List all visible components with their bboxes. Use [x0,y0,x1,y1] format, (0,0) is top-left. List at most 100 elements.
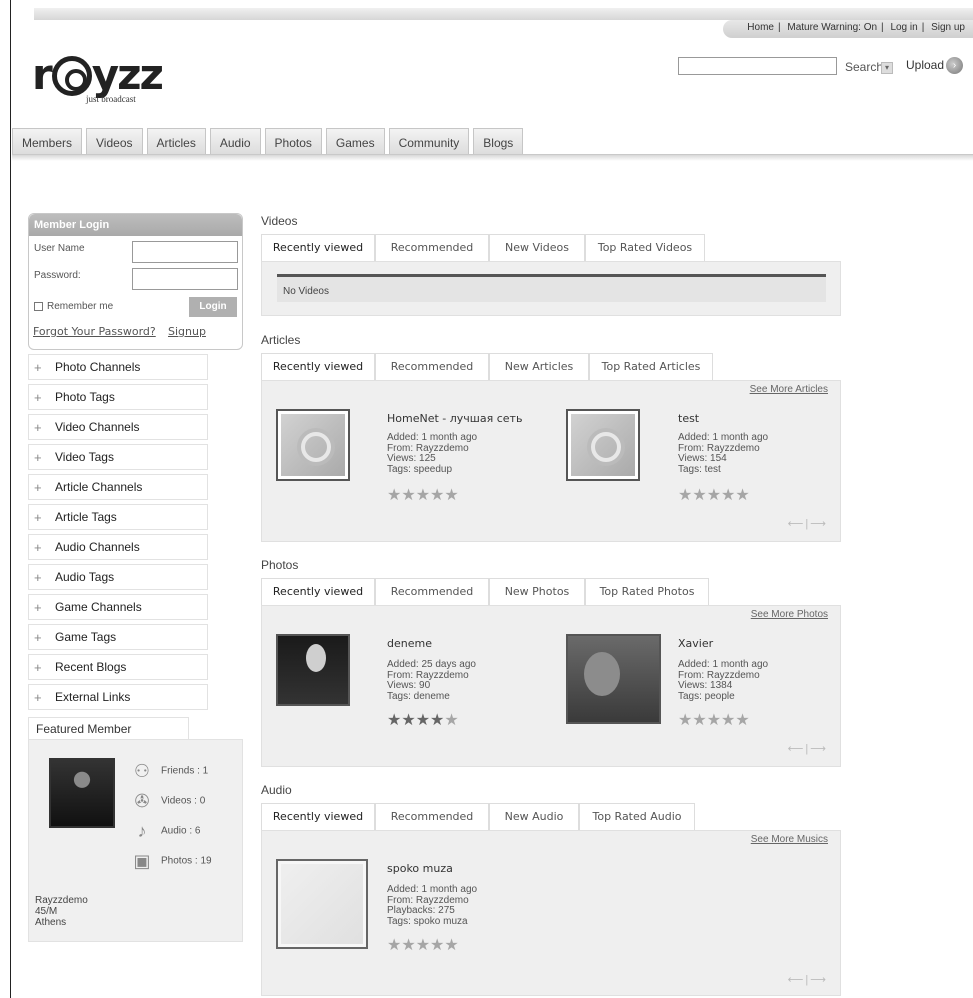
nav-articles[interactable]: Articles [146,128,206,155]
mature-warning-link[interactable]: Mature Warning: On [787,22,877,33]
search-input[interactable] [678,57,837,75]
nav-audio[interactable]: Audio [209,128,261,155]
rating-stars[interactable]: ★★★★★ [387,935,459,955]
nav-members[interactable]: Members [12,128,83,155]
sidebar-item-article-tags[interactable]: + Article Tags [28,504,208,530]
prev-arrow-icon[interactable]: ⟵ [788,743,806,755]
search-dropdown-icon[interactable]: ▾ [881,62,893,74]
search-button[interactable]: Search [845,60,883,74]
sidebar-item-game-tags[interactable]: + Game Tags [28,624,208,650]
tab-articles-new[interactable]: New Articles [489,353,589,380]
next-arrow-icon[interactable]: ⟶ [810,518,828,530]
username-field[interactable] [132,241,238,263]
tab-photos-recently-viewed[interactable]: Recently viewed [261,578,375,605]
article-thumbnail[interactable] [276,409,350,481]
photo-title[interactable]: deneme [387,637,432,650]
tab-audio-recommended[interactable]: Recommended [375,803,489,830]
see-more-articles-link[interactable]: See More Articles [750,384,828,395]
star-icon[interactable]: ★ [430,487,444,504]
videos-stat[interactable]: ✇ Videos : 0 [129,790,205,812]
tab-videos-recently-viewed[interactable]: Recently viewed [261,234,375,261]
rating-stars[interactable]: ★★★★★ [387,485,459,505]
sidebar-item-photo-channels[interactable]: + Photo Channels [28,354,208,380]
prev-arrow-icon[interactable]: ⟵ [788,518,806,530]
nav-community[interactable]: Community [388,128,470,155]
star-icon[interactable]: ★ [401,937,415,954]
rating-stars[interactable]: ★★★★★ [678,485,750,505]
nav-photos[interactable]: Photos [264,128,322,155]
sidebar-item-external-links[interactable]: + External Links [28,684,208,710]
tab-audio-top-rated[interactable]: Top Rated Audio [579,803,695,830]
article-thumbnail[interactable] [566,409,640,481]
friends-stat[interactable]: ⚇ Friends : 1 [129,760,208,782]
password-field[interactable] [132,268,238,290]
login-button[interactable]: Login [189,297,237,317]
upload-icon[interactable]: › [946,57,963,74]
tab-videos-new[interactable]: New Videos [489,234,585,261]
tab-photos-recommended[interactable]: Recommended [375,578,489,605]
star-icon[interactable]: ★ [387,937,401,954]
star-icon[interactable]: ★ [387,712,401,729]
tab-articles-recommended[interactable]: Recommended [375,353,489,380]
site-logo[interactable]: r yzz just broadcast [32,54,172,105]
signup-top-link[interactable]: Sign up [931,22,965,33]
tab-videos-recommended[interactable]: Recommended [375,234,489,261]
tab-audio-new[interactable]: New Audio [489,803,579,830]
sidebar-item-photo-tags[interactable]: + Photo Tags [28,384,208,410]
star-icon[interactable]: ★ [430,712,444,729]
member-name[interactable]: Rayzzdemo [35,895,88,906]
star-icon[interactable]: ★ [444,487,458,504]
prev-arrow-icon[interactable]: ⟵ [788,974,806,986]
star-icon[interactable]: ★ [444,937,458,954]
star-icon[interactable]: ★ [721,487,735,504]
login-link[interactable]: Log in [890,22,917,33]
next-arrow-icon[interactable]: ⟶ [810,974,828,986]
sidebar-item-video-channels[interactable]: + Video Channels [28,414,208,440]
audio-title[interactable]: spoko muza [387,862,453,875]
forgot-password-link[interactable]: Forgot Your Password? [33,325,156,338]
home-link[interactable]: Home [747,22,774,33]
tab-articles-recently-viewed[interactable]: Recently viewed [261,353,375,380]
star-icon[interactable]: ★ [416,712,430,729]
star-icon[interactable]: ★ [430,937,444,954]
signup-link[interactable]: Signup [168,325,206,338]
star-icon[interactable]: ★ [707,487,721,504]
star-icon[interactable]: ★ [735,712,749,729]
featured-member-avatar[interactable] [49,758,115,828]
star-icon[interactable]: ★ [735,487,749,504]
photo-thumbnail[interactable] [566,634,661,724]
star-icon[interactable]: ★ [416,487,430,504]
star-icon[interactable]: ★ [707,712,721,729]
sidebar-item-recent-blogs[interactable]: + Recent Blogs [28,654,208,680]
rating-stars[interactable]: ★★★★★ [387,710,459,730]
star-icon[interactable]: ★ [692,487,706,504]
nav-blogs[interactable]: Blogs [473,128,524,155]
see-more-photos-link[interactable]: See More Photos [751,609,828,620]
sidebar-item-audio-channels[interactable]: + Audio Channels [28,534,208,560]
nav-games[interactable]: Games [325,128,385,155]
sidebar-item-article-channels[interactable]: + Article Channels [28,474,208,500]
star-icon[interactable]: ★ [387,487,401,504]
remember-checkbox[interactable] [34,302,43,311]
tab-videos-top-rated[interactable]: Top Rated Videos [585,234,705,261]
article-title[interactable]: test [678,412,699,425]
audio-stat[interactable]: ♪ Audio : 6 [129,820,201,842]
photo-thumbnail[interactable] [276,634,350,706]
star-icon[interactable]: ★ [401,712,415,729]
photo-title[interactable]: Xavier [678,637,713,650]
upload-link[interactable]: Upload [906,58,944,72]
tab-audio-recently-viewed[interactable]: Recently viewed [261,803,375,830]
star-icon[interactable]: ★ [678,712,692,729]
see-more-musics-link[interactable]: See More Musics [751,834,828,845]
photos-stat[interactable]: ▣ Photos : 19 [129,850,211,872]
sidebar-item-video-tags[interactable]: + Video Tags [28,444,208,470]
tab-articles-top-rated[interactable]: Top Rated Articles [589,353,713,380]
nav-videos[interactable]: Videos [86,128,143,155]
tab-photos-new[interactable]: New Photos [489,578,585,605]
tab-photos-top-rated[interactable]: Top Rated Photos [585,578,709,605]
star-icon[interactable]: ★ [692,712,706,729]
star-icon[interactable]: ★ [721,712,735,729]
sidebar-item-audio-tags[interactable]: + Audio Tags [28,564,208,590]
next-arrow-icon[interactable]: ⟶ [810,743,828,755]
rating-stars[interactable]: ★★★★★ [678,710,750,730]
